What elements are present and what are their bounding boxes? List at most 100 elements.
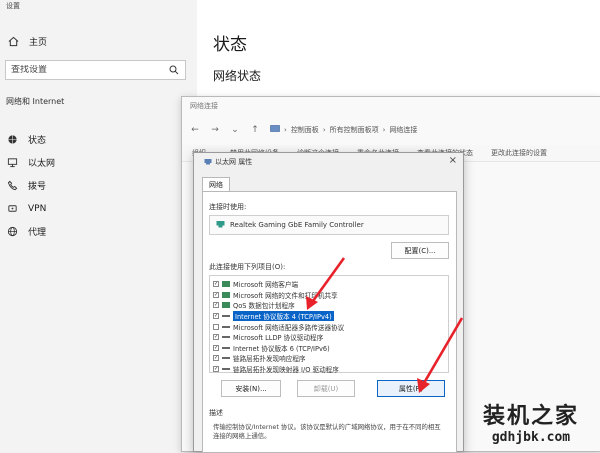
item-checkbox[interactable]: ✓ bbox=[213, 334, 219, 341]
breadcrumb-separator: › bbox=[322, 126, 326, 134]
section-label: 网络和 Internet bbox=[6, 97, 65, 106]
back-icon[interactable]: ← bbox=[188, 125, 202, 135]
vpn-icon bbox=[6, 203, 18, 215]
list-item[interactable]: ✓ Internet 协议版本 6 (TCP/IPv6) bbox=[210, 343, 448, 354]
nav-item-label: 拨号 bbox=[28, 182, 47, 192]
protocol-icon bbox=[222, 324, 230, 330]
item-label: Internet 协议版本 6 (TCP/IPv6) bbox=[233, 344, 330, 353]
qos-icon bbox=[222, 302, 230, 309]
item-label: 链路层拓扑发现映射器 I/O 驱动程序 bbox=[233, 366, 339, 375]
breadcrumb-separator: › bbox=[284, 126, 287, 134]
settings-sidebar: 设置 主页 网络和 Internet 状态 以太网 bbox=[0, 0, 197, 452]
connection-items-list: ✓ Microsoft 网络客户端 ✓ Microsoft 网络的文件和打印机共… bbox=[209, 275, 449, 375]
item-checkbox[interactable]: ✓ bbox=[213, 366, 219, 373]
list-item[interactable]: ✓ Microsoft 网络的文件和打印机共享 bbox=[210, 290, 448, 301]
settings-nav: 状态 以太网 拨号 VPN 代理 bbox=[6, 128, 55, 243]
nav-item-dialup[interactable]: 拨号 bbox=[6, 174, 55, 197]
search-input[interactable] bbox=[11, 65, 168, 75]
item-label: 链路层拓扑发现响应程序 bbox=[233, 355, 306, 364]
nav-item-status[interactable]: 状态 bbox=[6, 128, 55, 151]
install-button[interactable]: 安装(N)... bbox=[221, 380, 281, 397]
protocol-icon bbox=[222, 334, 230, 340]
settings-search[interactable] bbox=[5, 60, 186, 80]
nav-item-vpn[interactable]: VPN bbox=[6, 197, 55, 220]
list-item[interactable]: ✓ QoS 数据包计划程序 bbox=[210, 300, 448, 311]
nav-item-ethernet[interactable]: 以太网 bbox=[6, 151, 55, 174]
list-item[interactable]: ✓ 链路层拓扑发现响应程序 bbox=[210, 353, 448, 364]
protocol-icon bbox=[222, 345, 230, 351]
search-icon[interactable] bbox=[168, 64, 180, 76]
toolbar-change-settings[interactable]: 更改此连接的设置 bbox=[491, 148, 547, 158]
close-icon[interactable]: × bbox=[449, 155, 457, 166]
connect-using-label: 连接时使用: bbox=[209, 203, 247, 211]
nav-item-label: VPN bbox=[28, 203, 47, 214]
dialog-body: 连接时使用: Realtek Gaming GbE Family Control… bbox=[202, 191, 457, 453]
item-label: Internet 协议版本 4 (TCP/IPv4) bbox=[233, 311, 334, 322]
description-title: 描述 bbox=[209, 409, 223, 417]
up-icon[interactable]: ↑ bbox=[248, 125, 262, 135]
item-label: Microsoft 网络客户端 bbox=[233, 281, 299, 290]
nav-item-label: 代理 bbox=[28, 228, 47, 238]
forward-icon[interactable]: → bbox=[208, 125, 222, 135]
list-item[interactable]: ✓ Microsoft LLDP 协议驱动程序 bbox=[210, 332, 448, 343]
phone-icon bbox=[6, 180, 18, 192]
breadcrumb: › 控制面板 › 所有控制面板项 › 网络连接 bbox=[270, 125, 417, 135]
recent-icon[interactable]: ⌄ bbox=[228, 125, 242, 135]
properties-button[interactable]: 属性(R) bbox=[377, 380, 445, 397]
uninstall-button[interactable]: 卸载(U) bbox=[297, 380, 355, 397]
network-adapter-icon bbox=[204, 158, 212, 167]
page-subtitle: 网络状态 bbox=[213, 69, 262, 83]
nav-item-proxy[interactable]: 代理 bbox=[6, 220, 55, 243]
item-label: Microsoft 网络适配器多路传送器协议 bbox=[233, 323, 345, 332]
list-item[interactable]: ✓ 链路层拓扑发现映射器 I/O 驱动程序 bbox=[210, 364, 448, 375]
control-panel-icon bbox=[270, 125, 280, 135]
address-bar: ← → ⌄ ↑ › 控制面板 › 所有控制面板项 › 网络连接 bbox=[182, 121, 600, 139]
dialog-title: 以太网 属性 bbox=[204, 157, 252, 167]
nav-home[interactable]: 主页 bbox=[7, 35, 47, 48]
item-checkbox[interactable]: ✓ bbox=[213, 281, 219, 288]
network-window-title: 网络连接 bbox=[190, 102, 218, 110]
breadcrumb-item[interactable]: 网络连接 bbox=[389, 125, 417, 135]
breadcrumb-separator: › bbox=[382, 126, 386, 134]
list-item[interactable]: Microsoft 网络适配器多路传送器协议 bbox=[210, 321, 448, 332]
protocol-icon bbox=[222, 355, 230, 361]
watermark-url: gdhjbk.com bbox=[491, 430, 571, 445]
share-icon bbox=[222, 291, 230, 298]
network-adapter-icon bbox=[216, 220, 225, 230]
item-label: Microsoft 网络的文件和打印机共享 bbox=[233, 291, 338, 300]
item-checkbox[interactable]: ✓ bbox=[213, 344, 219, 351]
breadcrumb-item[interactable]: 控制面板 bbox=[291, 125, 319, 135]
item-label: Microsoft LLDP 协议驱动程序 bbox=[233, 334, 324, 343]
configure-button[interactable]: 配置(C)... bbox=[391, 242, 449, 259]
adapter-field: Realtek Gaming GbE Family Controller bbox=[209, 215, 449, 235]
monitor-icon bbox=[6, 157, 18, 169]
breadcrumb-item[interactable]: 所有控制面板项 bbox=[330, 125, 379, 135]
settings-window-title: 设置 bbox=[6, 2, 20, 10]
description-text: 传输控制协议/Internet 协议。该协议是默认的广域网络协议，用于在不同的相… bbox=[213, 423, 441, 440]
ethernet-properties-dialog: 以太网 属性 × 网络 连接时使用: Realtek Gaming GbE Fa… bbox=[193, 152, 464, 453]
adapter-name: Realtek Gaming GbE Family Controller bbox=[230, 221, 364, 229]
protocol-icon bbox=[222, 313, 230, 319]
item-checkbox[interactable]: ✓ bbox=[213, 302, 219, 309]
protocol-icon bbox=[222, 366, 230, 372]
items-label: 此连接使用下列项目(O): bbox=[209, 263, 286, 271]
item-checkbox[interactable] bbox=[213, 323, 219, 330]
list-item[interactable]: ✓ Microsoft 网络客户端 bbox=[210, 279, 448, 290]
home-icon bbox=[7, 36, 19, 48]
tab-network[interactable]: 网络 bbox=[202, 177, 230, 192]
item-label: QoS 数据包计划程序 bbox=[233, 302, 295, 311]
dialog-title-text: 以太网 属性 bbox=[215, 158, 253, 166]
list-item-selected[interactable]: ✓ Internet 协议版本 4 (TCP/IPv4) bbox=[210, 311, 448, 322]
globe-icon bbox=[6, 226, 18, 238]
nav-item-label: 状态 bbox=[28, 136, 47, 146]
item-checkbox[interactable]: ✓ bbox=[213, 355, 219, 362]
nav-item-label: 以太网 bbox=[28, 159, 56, 169]
nav-home-label: 主页 bbox=[29, 38, 48, 48]
item-checkbox[interactable]: ✓ bbox=[213, 313, 219, 320]
watermark-name: 装机之家 bbox=[482, 404, 579, 429]
globe-icon bbox=[6, 134, 18, 146]
page-title: 状态 bbox=[213, 35, 247, 55]
client-icon bbox=[222, 281, 230, 288]
watermark: 装机之家 gdhjbk.com bbox=[467, 398, 595, 445]
item-checkbox[interactable]: ✓ bbox=[213, 291, 219, 298]
